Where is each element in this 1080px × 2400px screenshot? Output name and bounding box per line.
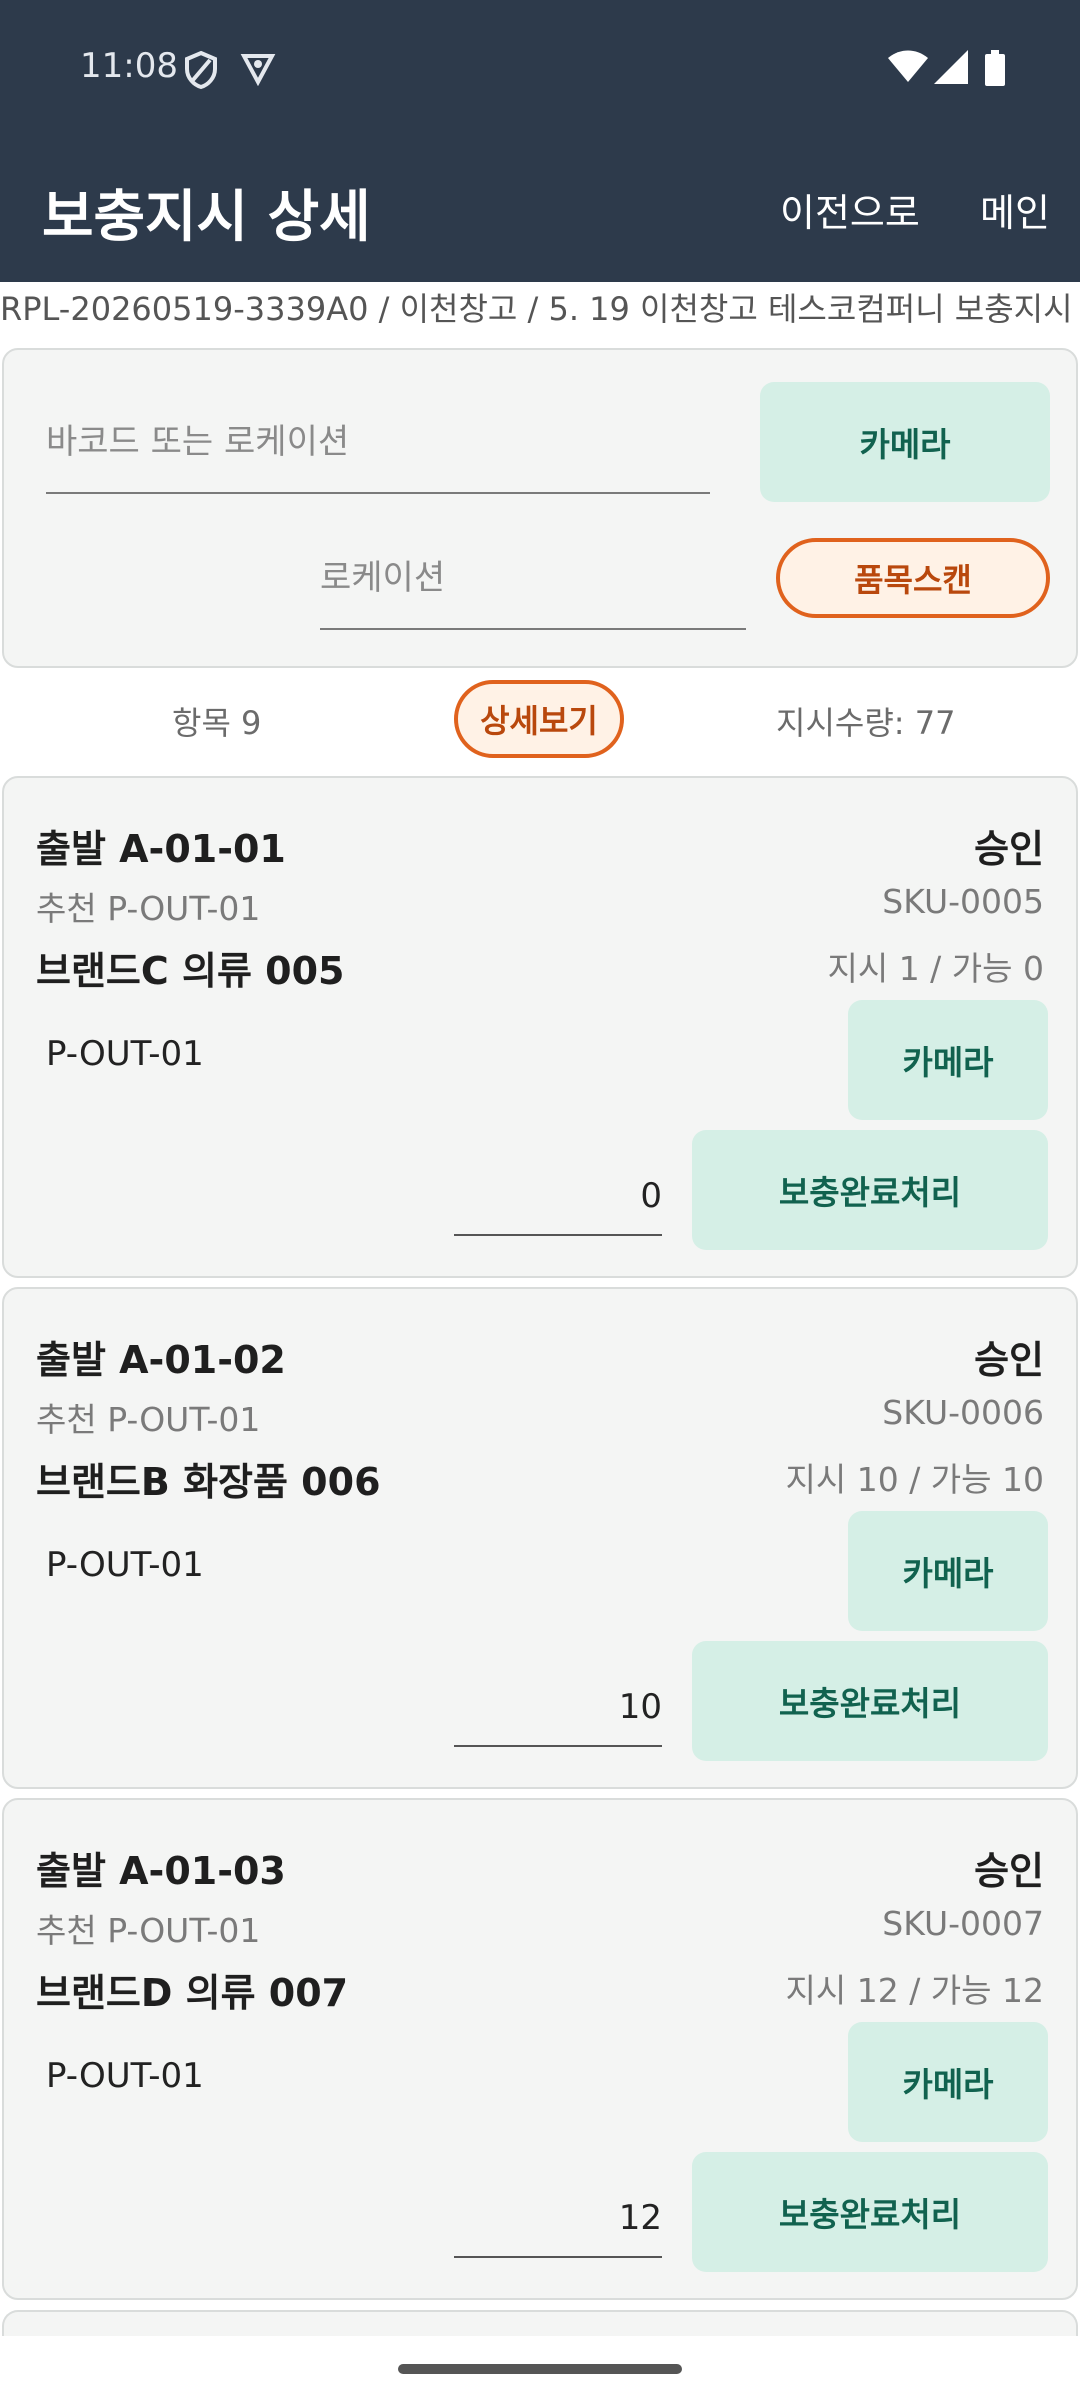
home-indicator[interactable] xyxy=(398,2364,682,2374)
quantity-input[interactable]: 10 xyxy=(454,1673,662,1747)
status-time: 11:08 xyxy=(80,46,178,86)
replenish-card: 출발 A-01-02 승인 추천 P-OUT-01 SKU-0006 브랜드B … xyxy=(2,1287,1078,1789)
target-location: P-OUT-01 xyxy=(46,2056,204,2096)
from-location: 출발 A-01-02 xyxy=(36,1338,286,1382)
target-location: P-OUT-01 xyxy=(46,1545,204,1585)
battery-icon xyxy=(984,50,1006,90)
product-name: 브랜드B 화장품 006 xyxy=(36,1460,381,1504)
complete-button[interactable]: 보충완료처리 xyxy=(692,1641,1048,1761)
card-camera-button[interactable]: 카메라 xyxy=(848,1000,1048,1120)
complete-button[interactable]: 보충완료처리 xyxy=(692,1130,1048,1250)
from-location: 출발 A-01-01 xyxy=(36,827,286,871)
quantity-info: 지시 1 / 가능 0 xyxy=(827,949,1044,988)
status-badge: 승인 xyxy=(974,1338,1044,1382)
barcode-input[interactable]: 바코드 또는 로케이션 xyxy=(46,414,710,494)
status-bar: 11:08 xyxy=(0,0,1080,140)
barcode-placeholder: 바코드 또는 로케이션 xyxy=(46,422,350,462)
recommended-location: 추천 P-OUT-01 xyxy=(36,889,261,928)
signal-icon xyxy=(934,50,968,88)
status-badge: 승인 xyxy=(974,1849,1044,1893)
camera-button[interactable]: 카메라 xyxy=(760,382,1050,502)
sku-code: SKU-0006 xyxy=(882,1393,1044,1432)
shield-icon xyxy=(184,50,218,94)
product-name: 브랜드C 의류 005 xyxy=(36,949,345,993)
recommended-location: 추천 P-OUT-01 xyxy=(36,1400,261,1439)
card-camera-button[interactable]: 카메라 xyxy=(848,2022,1048,2142)
item-scan-button[interactable]: 품목스캔 xyxy=(776,538,1050,618)
wifi-icon xyxy=(888,50,928,88)
quantity-info: 지시 10 / 가능 10 xyxy=(785,1460,1045,1499)
app-header: 11:08 보충지시 상세 이전으로 메인 xyxy=(0,0,1080,282)
target-location: P-OUT-01 xyxy=(46,1034,204,1074)
quantity-info: 지시 12 / 가능 12 xyxy=(785,1971,1045,2010)
scan-panel: 바코드 또는 로케이션 카메라 로케이션 품목스캔 xyxy=(2,348,1078,668)
status-badge: 승인 xyxy=(974,827,1044,871)
total-quantity: 지시수량: 77 xyxy=(776,704,956,742)
complete-button[interactable]: 보충완료처리 xyxy=(692,2152,1048,2272)
recommended-location: 추천 P-OUT-01 xyxy=(36,1911,261,1950)
product-name: 브랜드D 의류 007 xyxy=(36,1971,349,2015)
from-location: 출발 A-01-03 xyxy=(36,1849,286,1893)
location-input[interactable]: 로케이션 xyxy=(320,550,746,630)
replenish-card: 출발 A-01-03 승인 추천 P-OUT-01 SKU-0007 브랜드D … xyxy=(2,1798,1078,2300)
quantity-input[interactable]: 0 xyxy=(454,1162,662,1236)
sku-code: SKU-0005 xyxy=(882,882,1044,921)
item-count: 항목 9 xyxy=(172,704,262,742)
back-button[interactable]: 이전으로 xyxy=(780,182,920,237)
card-camera-button[interactable]: 카메라 xyxy=(848,1511,1048,1631)
replenish-card: 출발 A-01-01 승인 추천 P-OUT-01 SKU-0005 브랜드C … xyxy=(2,776,1078,1278)
main-button[interactable]: 메인 xyxy=(980,182,1050,237)
page-title: 보충지시 상세 xyxy=(42,185,371,250)
vpn-icon xyxy=(240,50,276,90)
sku-code: SKU-0007 xyxy=(882,1904,1044,1943)
order-subtitle: RPL-20260519-3339A0 / 이천창고 / 5. 19 이천창고 … xyxy=(0,290,1073,328)
detail-view-button[interactable]: 상세보기 xyxy=(454,680,624,758)
quantity-input[interactable]: 12 xyxy=(454,2184,662,2258)
location-placeholder: 로케이션 xyxy=(320,558,446,598)
